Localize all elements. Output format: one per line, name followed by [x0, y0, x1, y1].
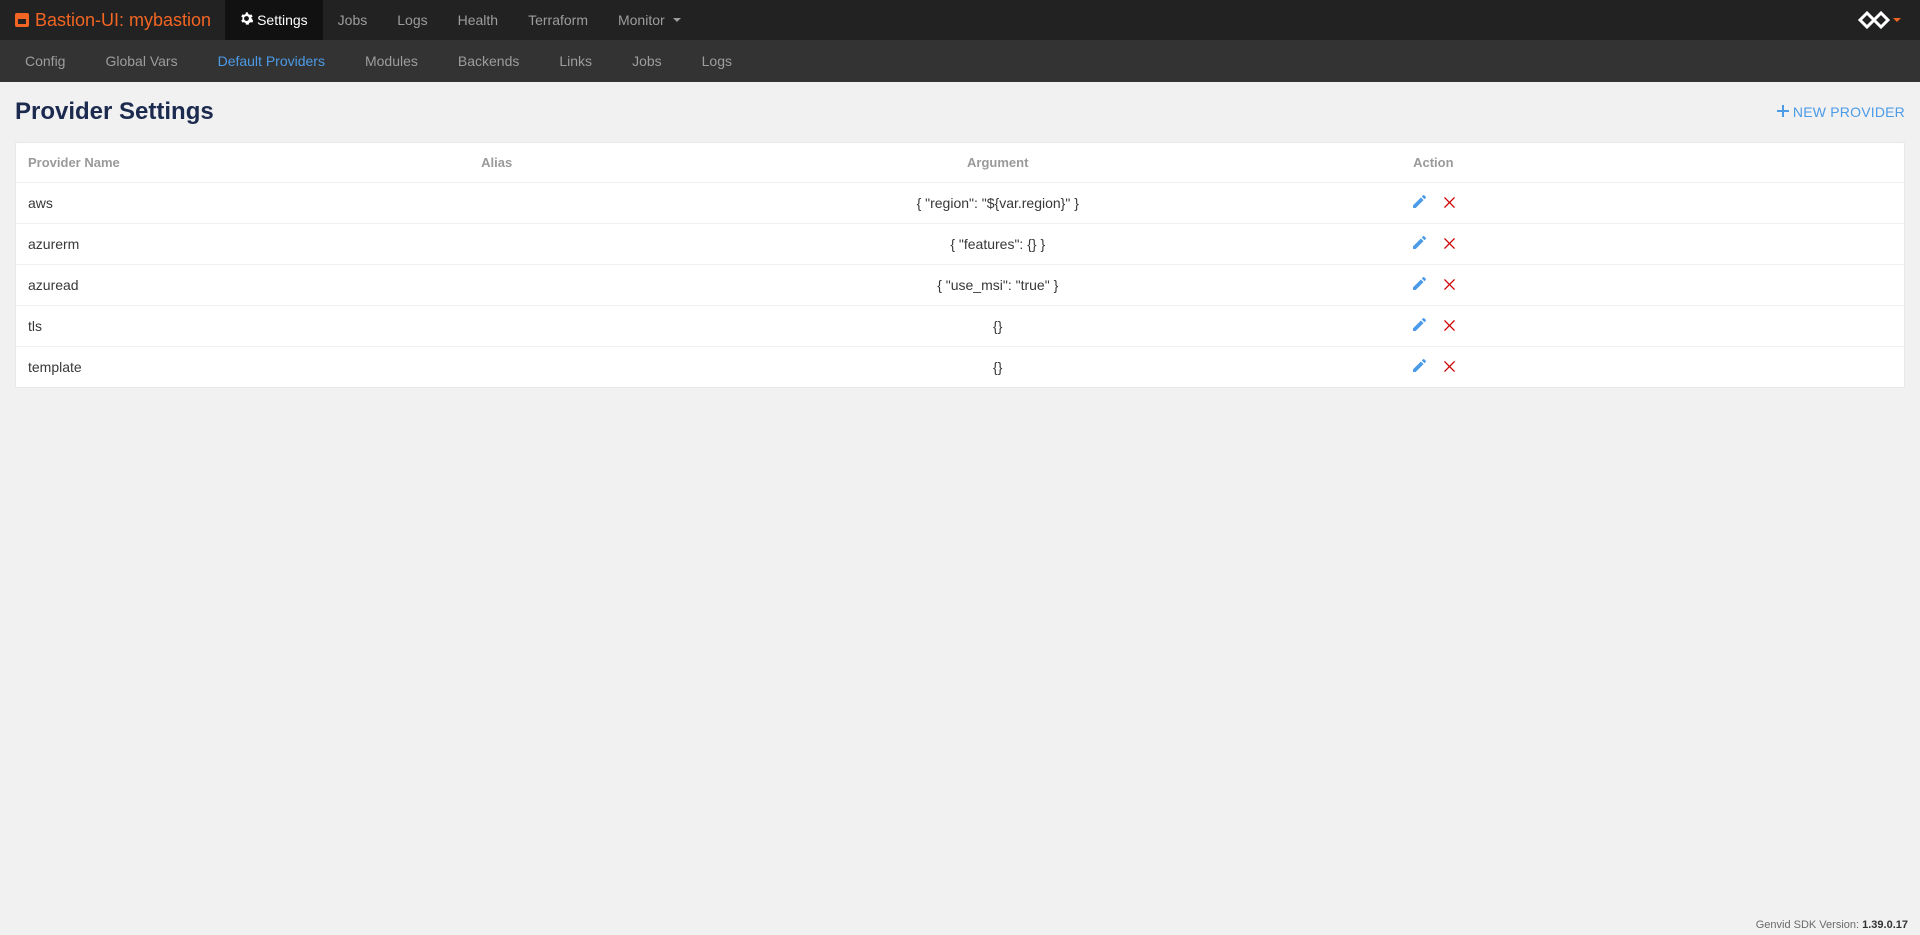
cell-provider-name: tls — [16, 306, 469, 347]
delete-icon[interactable] — [1444, 277, 1455, 293]
brand-link[interactable]: Bastion-UI: mybastion — [15, 0, 225, 40]
top-nav-settings[interactable]: Settings — [225, 0, 323, 40]
delete-icon[interactable] — [1444, 236, 1455, 252]
top-nav-label: Terraform — [528, 12, 588, 28]
top-nav-terraform[interactable]: Terraform — [513, 0, 603, 40]
cell-argument: { "region": "${var.region}" } — [582, 183, 1413, 224]
cell-action — [1413, 224, 1904, 265]
cell-argument: { "features": {} } — [582, 224, 1413, 265]
col-header-name: Provider Name — [16, 143, 469, 183]
table-row: azuread { "use_msi": "true" } — [16, 265, 1904, 306]
cell-action — [1413, 183, 1904, 224]
cell-argument: {} — [582, 306, 1413, 347]
top-nav-label: Jobs — [338, 12, 368, 28]
sub-nav-links[interactable]: Links — [539, 40, 612, 82]
page-header: Provider Settings NEW PROVIDER — [15, 98, 1905, 126]
sub-nav-backends[interactable]: Backends — [438, 40, 539, 82]
edit-icon[interactable] — [1413, 236, 1426, 252]
cell-action — [1413, 347, 1904, 388]
page-content: Provider Settings NEW PROVIDER Provider … — [0, 82, 1920, 418]
top-nav-health[interactable]: Health — [443, 0, 513, 40]
brand-icon — [15, 13, 29, 27]
caret-down-icon — [1893, 18, 1901, 22]
cell-alias — [469, 347, 582, 388]
cell-action — [1413, 265, 1904, 306]
edit-icon[interactable] — [1413, 195, 1426, 211]
cell-alias — [469, 183, 582, 224]
page-title: Provider Settings — [15, 98, 214, 126]
plus-icon — [1777, 104, 1789, 120]
cell-argument: {} — [582, 347, 1413, 388]
cell-alias — [469, 265, 582, 306]
footer-version-value: 1.39.0.17 — [1862, 919, 1908, 931]
cell-alias — [469, 224, 582, 265]
col-header-argument: Argument — [582, 143, 1413, 183]
col-header-action: Action — [1413, 143, 1904, 183]
cell-provider-name: azuread — [16, 265, 469, 306]
table-row: template {} — [16, 347, 1904, 388]
top-nav-label: Health — [458, 12, 498, 28]
edit-icon[interactable] — [1413, 277, 1426, 293]
sub-nav-global-vars[interactable]: Global Vars — [85, 40, 197, 82]
cell-provider-name: template — [16, 347, 469, 388]
new-provider-button[interactable]: NEW PROVIDER — [1777, 104, 1905, 120]
delete-icon[interactable] — [1444, 195, 1455, 211]
sub-nav-default-providers[interactable]: Default Providers — [198, 40, 345, 82]
sub-navbar: ConfigGlobal VarsDefault ProvidersModule… — [0, 40, 1920, 82]
sub-nav-config[interactable]: Config — [5, 40, 85, 82]
brand-label: Bastion-UI: mybastion — [35, 10, 211, 31]
providers-table: Provider Name Alias Argument Action aws {… — [16, 143, 1904, 387]
gear-icon — [240, 12, 253, 28]
sub-nav-modules[interactable]: Modules — [345, 40, 438, 82]
table-row: tls {} — [16, 306, 1904, 347]
top-nav-label: Logs — [397, 12, 427, 28]
delete-icon[interactable] — [1444, 318, 1455, 334]
genvid-logo-icon[interactable] — [1857, 10, 1901, 30]
top-nav-logs[interactable]: Logs — [382, 0, 442, 40]
footer-label: Genvid SDK Version: — [1756, 919, 1859, 931]
table-row: aws { "region": "${var.region}" } — [16, 183, 1904, 224]
table-row: azurerm { "features": {} } — [16, 224, 1904, 265]
navbar-right — [1857, 0, 1905, 40]
cell-action — [1413, 306, 1904, 347]
cell-provider-name: aws — [16, 183, 469, 224]
footer-version: Genvid SDK Version: 1.39.0.17 — [0, 915, 1920, 935]
sub-nav-jobs[interactable]: Jobs — [612, 40, 682, 82]
top-navbar: Bastion-UI: mybastion Settings Jobs Logs He… — [0, 0, 1920, 40]
delete-icon[interactable] — [1444, 359, 1455, 375]
top-nav-monitor[interactable]: Monitor — [603, 0, 696, 40]
cell-provider-name: azurerm — [16, 224, 469, 265]
new-provider-label: NEW PROVIDER — [1793, 104, 1905, 120]
sub-nav-logs[interactable]: Logs — [682, 40, 752, 82]
top-nav-jobs[interactable]: Jobs — [323, 0, 383, 40]
edit-icon[interactable] — [1413, 318, 1426, 334]
providers-panel: Provider Name Alias Argument Action aws {… — [15, 142, 1905, 388]
top-nav-label: Settings — [257, 12, 308, 28]
cell-alias — [469, 306, 582, 347]
col-header-alias: Alias — [469, 143, 582, 183]
top-nav-label: Monitor — [618, 12, 665, 28]
edit-icon[interactable] — [1413, 359, 1426, 375]
cell-argument: { "use_msi": "true" } — [582, 265, 1413, 306]
caret-down-icon — [673, 18, 681, 22]
